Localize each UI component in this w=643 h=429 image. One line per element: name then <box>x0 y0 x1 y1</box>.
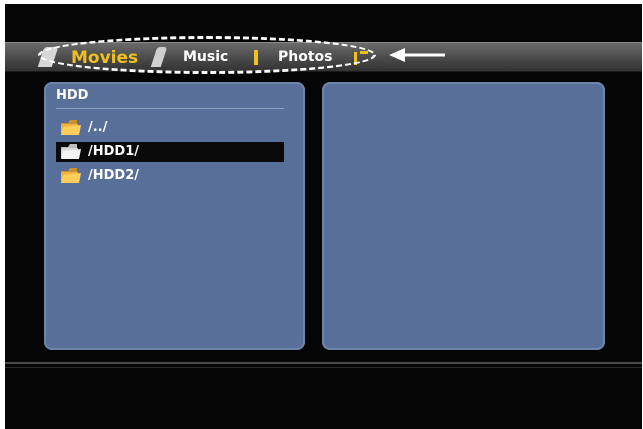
folder-icon <box>61 120 81 135</box>
list-item[interactable]: /../ <box>56 118 284 138</box>
tab-photos[interactable]: Photos <box>278 49 333 65</box>
category-tab-bar: Movies Music Photos <box>5 42 642 72</box>
folder-icon <box>61 168 81 183</box>
arrow-left-icon <box>389 48 445 62</box>
tab-separator <box>360 51 368 54</box>
tab-left-edge <box>37 47 59 67</box>
list-item-label: /HDD2/ <box>88 168 140 183</box>
bottom-divider <box>5 362 642 364</box>
tab-movies[interactable]: Movies <box>71 48 138 68</box>
list-item[interactable]: /HDD2/ <box>56 166 284 186</box>
tab-separator <box>254 50 258 65</box>
tab-music[interactable]: Music <box>183 49 228 65</box>
list-item-selected[interactable]: /HDD1/ <box>56 142 284 162</box>
tab-separator <box>354 52 357 65</box>
file-list-panel: HDD /../ /HDD1/ /HDD2/ <box>44 82 305 350</box>
preview-panel <box>322 82 605 350</box>
bottom-divider <box>5 367 642 368</box>
panel-divider <box>56 108 284 109</box>
folder-icon <box>61 144 81 159</box>
list-item-label: /HDD1/ <box>88 144 140 159</box>
panel-title: HDD <box>56 88 89 103</box>
media-browser-screen: Movies Music Photos HDD /../ /HDD1/ /HDD… <box>5 4 642 429</box>
list-item-label: /../ <box>88 120 108 135</box>
tab-divider <box>150 47 168 67</box>
